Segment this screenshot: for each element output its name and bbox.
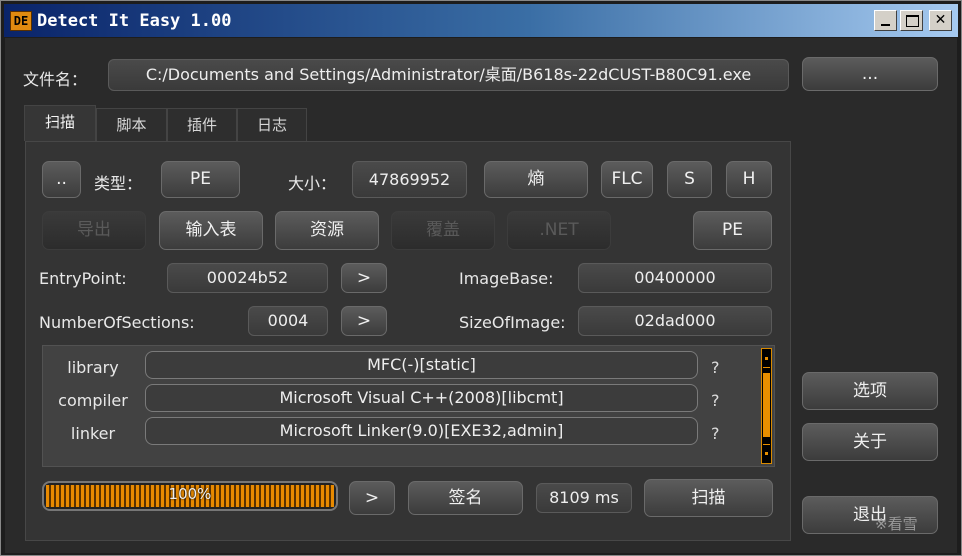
options-button[interactable]: 选项 (802, 372, 938, 410)
scan-progress-bar: 100% (42, 481, 338, 511)
signature-scrollbar[interactable] (761, 348, 772, 464)
close-button[interactable]: ✕ (929, 10, 952, 31)
resources-button[interactable]: 资源 (275, 211, 379, 250)
maximize-button[interactable] (900, 10, 923, 31)
entry-point-value: 00024b52 (167, 263, 328, 293)
signature-type-library: library (67, 358, 119, 377)
tab-log[interactable]: 日志 (237, 108, 307, 141)
sections-goto-button[interactable]: > (341, 306, 387, 336)
signature-type-linker: linker (70, 424, 116, 443)
export-button[interactable]: 导出 (42, 211, 146, 250)
type-value[interactable]: PE (161, 161, 240, 198)
image-base-label: ImageBase: (459, 269, 554, 288)
main-window: DE Detect It Easy 1.00 ✕ 文件名： C:/Documen… (0, 0, 962, 556)
signature-info-compiler[interactable]: ? (711, 391, 720, 410)
tab-plugins[interactable]: 插件 (167, 108, 237, 141)
tab-scripts[interactable]: 脚本 (96, 108, 167, 141)
scroll-up-arrow-icon[interactable] (763, 350, 770, 368)
signature-type-compiler: compiler (58, 391, 128, 410)
size-of-image-label: SizeOfImage: (459, 313, 566, 332)
more-button[interactable]: .. (42, 161, 81, 198)
progress-text: 100% (168, 485, 212, 503)
imports-button[interactable]: 输入表 (159, 211, 263, 250)
size-of-image-value: 02dad000 (578, 306, 772, 336)
exit-button[interactable]: 退出 (802, 496, 938, 534)
scan-time-value: 8109 ms (536, 483, 632, 513)
tab-scan[interactable]: 扫描 (24, 105, 96, 141)
sections-value: 0004 (248, 306, 328, 336)
minimize-button[interactable] (874, 10, 897, 31)
h-button[interactable]: H (726, 161, 772, 198)
about-button[interactable]: 关于 (802, 423, 938, 461)
window-title: Detect It Easy 1.00 (37, 11, 232, 31)
s-button[interactable]: S (667, 161, 712, 198)
app-icon: DE (10, 11, 32, 31)
client-area: 文件名： C:/Documents and Settings/Administr… (5, 38, 957, 553)
signature-list: library MFC(-)[static] ? compiler Micros… (42, 345, 775, 467)
signature-value-library[interactable]: MFC(-)[static] (145, 351, 698, 379)
signature-info-library[interactable]: ? (711, 358, 720, 377)
pe-button[interactable]: PE (693, 211, 772, 250)
size-label: 大小： (288, 174, 337, 193)
file-path-field[interactable]: C:/Documents and Settings/Administrator/… (108, 59, 789, 91)
scroll-down-arrow-icon[interactable] (763, 444, 770, 462)
title-bar[interactable]: DE Detect It Easy 1.00 ✕ (4, 4, 958, 37)
next-button[interactable]: > (349, 481, 395, 515)
entry-point-goto-button[interactable]: > (341, 263, 387, 293)
signature-value-compiler[interactable]: Microsoft Visual C++(2008)[libcmt] (145, 384, 698, 412)
type-label: 类型： (94, 174, 143, 193)
overlay-button[interactable]: 覆盖 (391, 211, 495, 250)
size-value: 47869952 (352, 161, 467, 198)
flc-button[interactable]: FLC (601, 161, 653, 198)
signature-value-linker[interactable]: Microsoft Linker(9.0)[EXE32,admin] (145, 417, 698, 445)
net-button[interactable]: .NET (507, 211, 611, 250)
entropy-button[interactable]: 熵 (484, 161, 588, 198)
signatures-button[interactable]: 签名 (408, 481, 523, 515)
watermark-logo: ※看雪 (875, 515, 918, 533)
sections-label: NumberOfSections: (39, 313, 195, 332)
signature-info-linker[interactable]: ? (711, 424, 720, 443)
file-name-label: 文件名： (23, 70, 88, 89)
entry-point-label: EntryPoint: (39, 269, 127, 288)
scroll-thumb[interactable] (763, 373, 770, 437)
image-base-value: 00400000 (578, 263, 772, 293)
browse-button[interactable]: ... (802, 57, 938, 91)
scan-button[interactable]: 扫描 (644, 479, 773, 517)
